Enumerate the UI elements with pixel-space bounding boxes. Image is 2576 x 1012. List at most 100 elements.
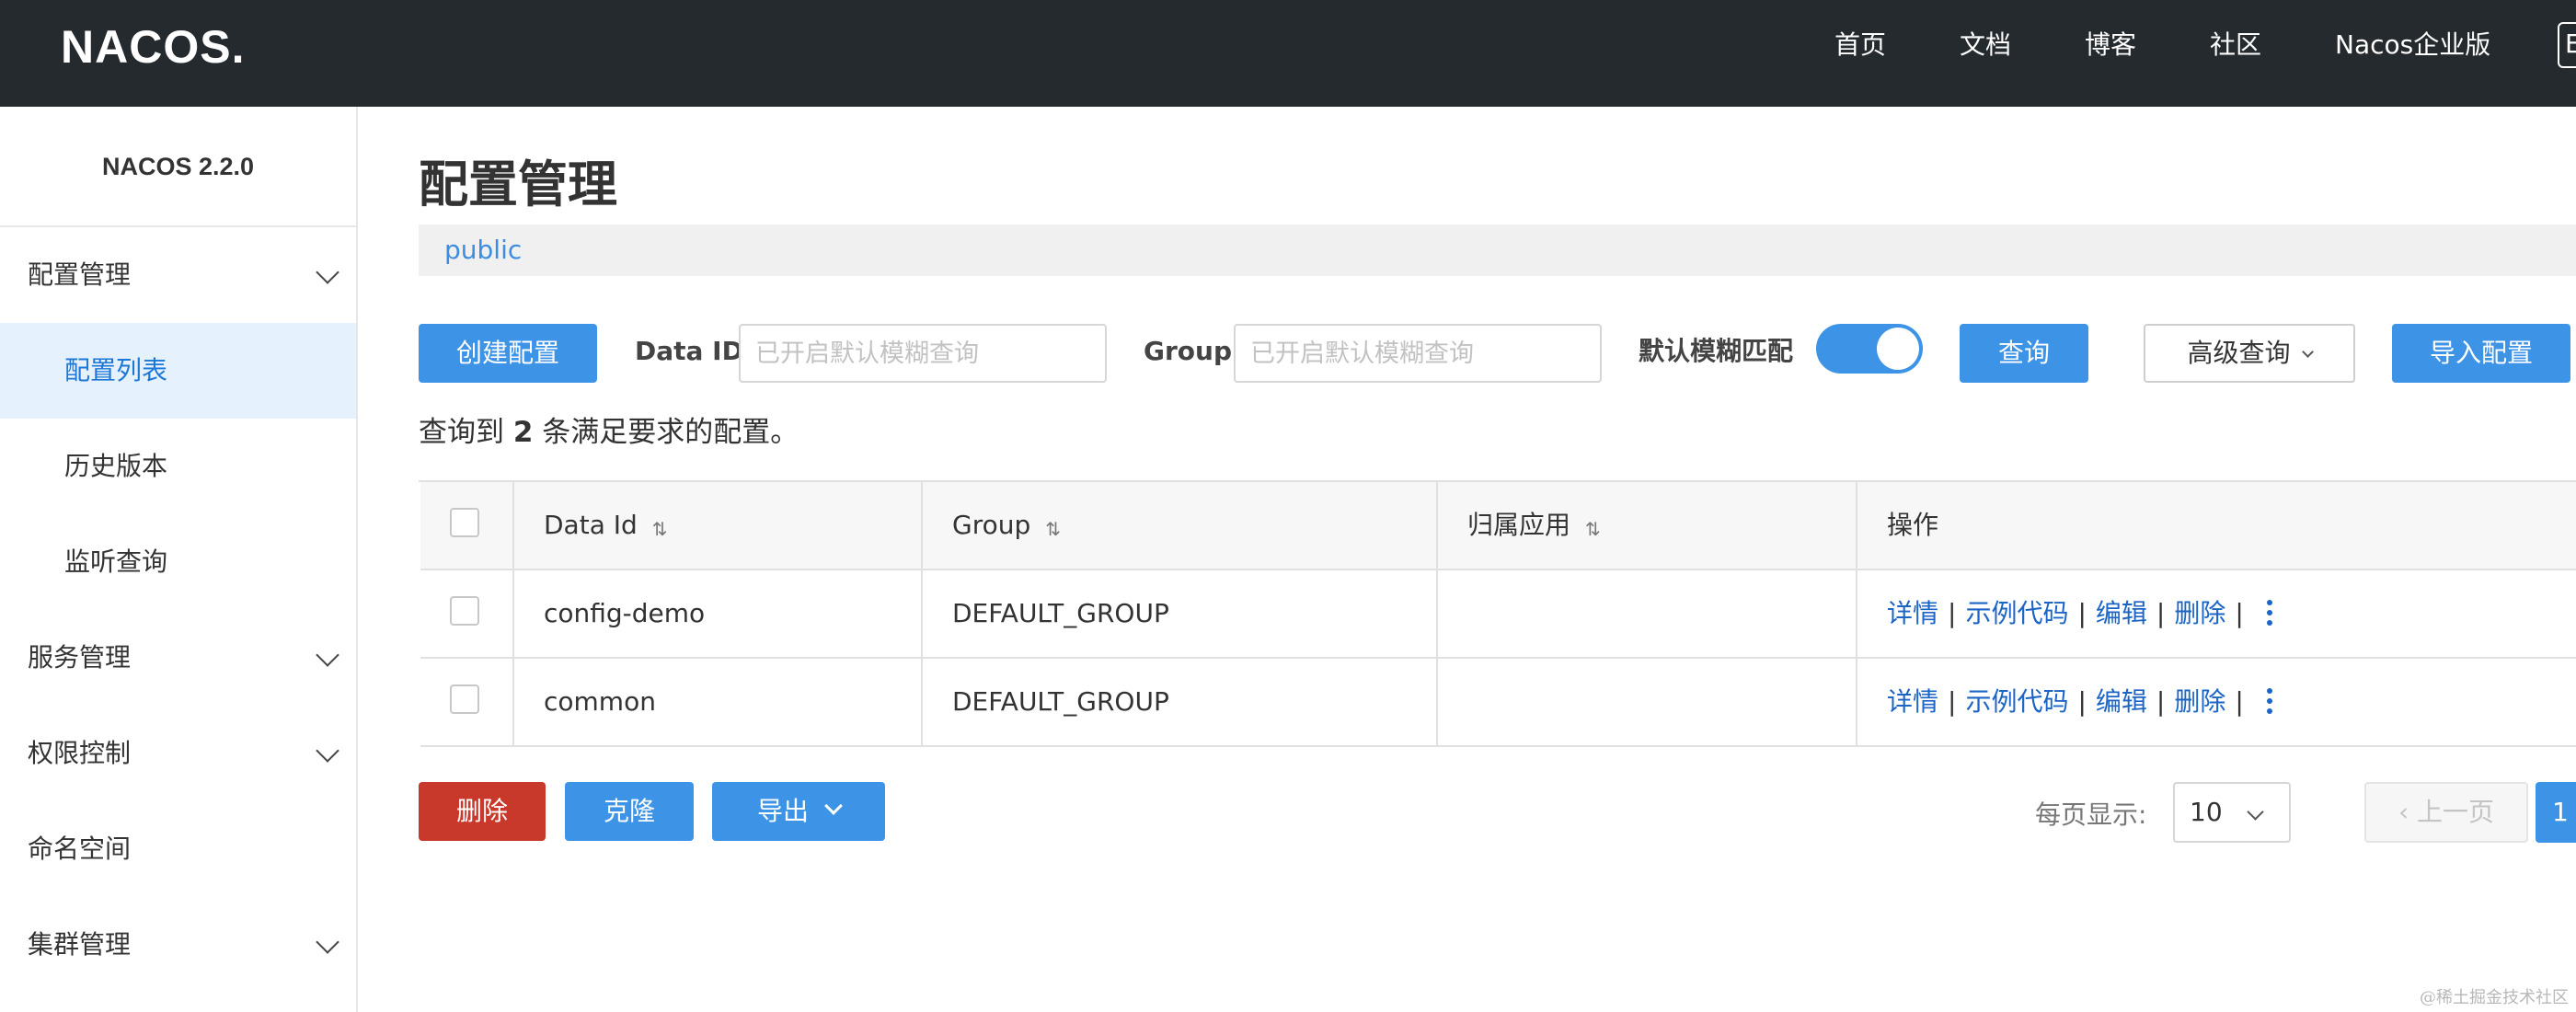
create-config-button[interactable]: 创建配置 <box>419 324 597 383</box>
sidebar-item-label: 配置管理 <box>28 259 132 290</box>
column-label: 操作 <box>1887 510 1939 540</box>
nav-docs[interactable]: 文档 <box>1960 0 2011 90</box>
more-vertical-icon[interactable] <box>2266 686 2273 718</box>
export-dropdown-button[interactable]: 导出 <box>712 782 885 841</box>
nav-community[interactable]: 社区 <box>2210 0 2261 90</box>
language-toggle-button[interactable]: En <box>2558 22 2576 68</box>
cell-app <box>1438 570 1857 657</box>
page-number-button[interactable]: 1 <box>2536 782 2576 843</box>
chevron-down-icon <box>2301 346 2314 358</box>
row-checkbox[interactable] <box>450 684 479 714</box>
group-search-input[interactable] <box>1234 324 1602 383</box>
row-checkbox[interactable] <box>450 596 479 626</box>
separator: | <box>2235 598 2244 628</box>
sidebar-item-listener-query[interactable]: 监听查询 <box>0 514 356 610</box>
chevron-down-icon <box>316 643 339 667</box>
sidebar-item-access-control[interactable]: 权限控制 <box>0 706 356 801</box>
sort-icon[interactable]: ⇅ <box>1585 486 1601 572</box>
advanced-query-dropdown[interactable]: 高级查询 <box>2144 324 2355 383</box>
delete-link[interactable]: 删除 <box>2174 686 2225 717</box>
sample-code-link[interactable]: 示例代码 <box>1965 598 2068 628</box>
sidebar-item-label: 历史版本 <box>64 451 168 481</box>
bulk-delete-button[interactable]: 删除 <box>419 782 546 841</box>
dataid-search-input[interactable] <box>739 324 1107 383</box>
separator: | <box>1948 686 1957 717</box>
cell-dataid: config-demo <box>514 570 923 657</box>
chevron-down-icon <box>316 260 339 284</box>
dataid-label: Data ID <box>635 336 743 366</box>
query-button[interactable]: 查询 <box>1960 324 2088 383</box>
column-label: 归属应用 <box>1467 510 1571 540</box>
delete-link[interactable]: 删除 <box>2174 598 2225 628</box>
watermark: @稀土掘金技术社区 <box>2420 988 2569 1007</box>
sidebar-item-label: 监听查询 <box>64 546 168 577</box>
result-summary: 查询到 2 条满足要求的配置。 <box>419 408 799 450</box>
toggle-knob <box>1877 328 1919 370</box>
prev-page-button[interactable]: ‹ 上一页 <box>2364 782 2528 843</box>
cell-group: DEFAULT_GROUP <box>923 570 1438 657</box>
detail-link[interactable]: 详情 <box>1887 686 1938 717</box>
result-count: 2 <box>512 416 534 449</box>
prev-page-label: 上一页 <box>2417 797 2495 827</box>
sort-icon[interactable]: ⇅ <box>1045 486 1061 572</box>
detail-link[interactable]: 详情 <box>1887 598 1938 628</box>
column-header-dataid[interactable]: Data Id ⇅ <box>514 482 923 569</box>
column-header-group[interactable]: Group ⇅ <box>923 482 1438 569</box>
result-suffix: 条满足要求的配置。 <box>542 416 799 449</box>
chevron-down-icon <box>2247 803 2264 821</box>
separator: | <box>2077 686 2087 717</box>
sort-icon[interactable]: ⇅ <box>652 486 668 572</box>
sidebar-item-label: 集群管理 <box>28 929 132 960</box>
sidebar-item-service-management[interactable]: 服务管理 <box>0 610 356 706</box>
fuzzy-match-label: 默认模糊匹配 <box>1639 336 1794 366</box>
import-config-button[interactable]: 导入配置 <box>2392 324 2570 383</box>
chevron-down-icon <box>316 930 339 954</box>
result-prefix: 查询到 <box>419 416 504 449</box>
separator: | <box>2077 598 2087 628</box>
select-all-checkbox[interactable] <box>450 508 479 537</box>
chevron-left-icon: ‹ <box>2398 797 2418 827</box>
chevron-down-icon <box>316 739 339 763</box>
nav-blog[interactable]: 博客 <box>2085 0 2136 90</box>
more-vertical-icon[interactable] <box>2266 598 2273 629</box>
row-select-cell <box>420 570 514 657</box>
sidebar-item-label: 配置列表 <box>64 355 168 385</box>
clone-button[interactable]: 克隆 <box>565 782 694 841</box>
separator: | <box>2156 686 2166 717</box>
cell-actions: 详情 | 示例代码 | 编辑 | 删除 | <box>1857 570 2576 657</box>
sidebar-item-cluster-management[interactable]: 集群管理 <box>0 897 356 993</box>
sidebar-item-namespace[interactable]: 命名空间 <box>0 801 356 897</box>
export-label: 导出 <box>756 796 809 826</box>
sample-code-link[interactable]: 示例代码 <box>1965 686 2068 717</box>
config-table: Data Id ⇅ Group ⇅ 归属应用 ⇅ 操作 config-demo DEF… <box>419 480 2576 747</box>
sidebar-item-config-list[interactable]: 配置列表 <box>0 323 356 419</box>
nav-home[interactable]: 首页 <box>1834 0 1886 90</box>
fuzzy-match-toggle[interactable] <box>1816 324 1923 374</box>
column-header-app[interactable]: 归属应用 ⇅ <box>1438 482 1857 569</box>
page-title: 配置管理 <box>419 155 617 213</box>
table-row: common DEFAULT_GROUP 详情 | 示例代码 | 编辑 | 删除 | <box>420 659 2576 747</box>
nacos-logo[interactable]: NACOS. <box>61 20 245 74</box>
edit-link[interactable]: 编辑 <box>2096 598 2147 628</box>
cell-group: DEFAULT_GROUP <box>923 659 1438 745</box>
nav-enterprise[interactable]: Nacos企业版 <box>2335 0 2490 90</box>
select-all-cell <box>420 482 514 569</box>
namespace-public-link[interactable]: public <box>444 224 522 276</box>
separator: | <box>1948 598 1957 628</box>
page-size-value: 10 <box>2190 797 2223 827</box>
namespace-bar: public <box>419 224 2576 276</box>
sidebar-item-config-management[interactable]: 配置管理 <box>0 227 356 323</box>
top-header: NACOS. 首页 文档 博客 社区 Nacos企业版 En <box>0 0 2576 107</box>
column-header-actions: 操作 <box>1857 482 2576 569</box>
separator: | <box>2156 598 2166 628</box>
sidebar-item-label: 命名空间 <box>28 834 132 864</box>
column-label: Data Id <box>544 510 638 540</box>
sidebar-item-history[interactable]: 历史版本 <box>0 419 356 514</box>
table-header-row: Data Id ⇅ Group ⇅ 归属应用 ⇅ 操作 <box>420 482 2576 570</box>
sidebar: NACOS 2.2.0 配置管理 配置列表 历史版本 监听查询 服务管理 权限控… <box>0 107 358 1012</box>
page-size-select[interactable]: 10 <box>2173 782 2291 843</box>
edit-link[interactable]: 编辑 <box>2096 686 2147 717</box>
table-row: config-demo DEFAULT_GROUP 详情 | 示例代码 | 编辑 | 删除 | <box>420 570 2576 659</box>
separator: | <box>2235 686 2244 717</box>
row-select-cell <box>420 659 514 745</box>
